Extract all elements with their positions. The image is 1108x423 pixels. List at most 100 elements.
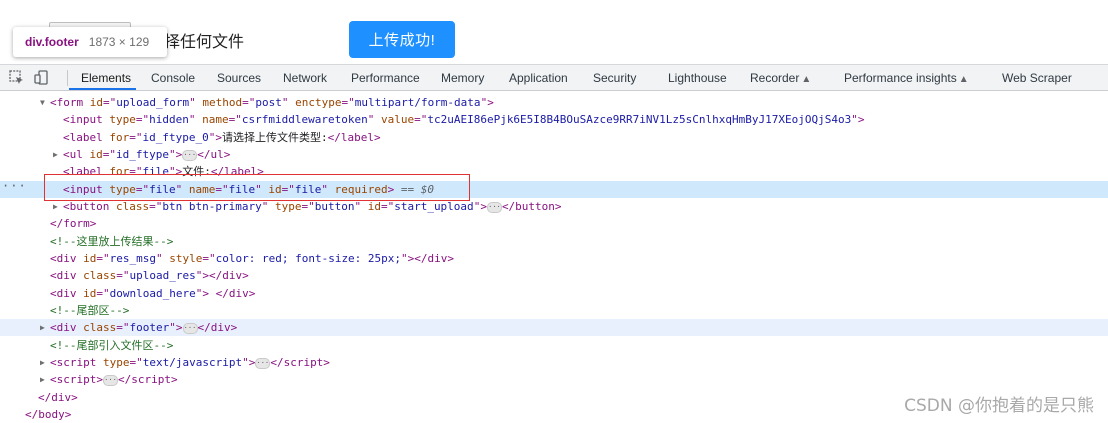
attr-value: tc2uAEI86ePjk6E5I8B4BOuSAzce9RR7iNV1Lz5s… [427, 113, 852, 126]
tab-security[interactable]: Security [593, 71, 636, 85]
tag-name: <script [50, 356, 97, 369]
attr-eq: =" [414, 113, 428, 126]
attr-eq: =" [202, 252, 216, 265]
device-toggle-icon[interactable] [33, 69, 50, 86]
tree-node[interactable]: </form> [0, 215, 1108, 232]
watermark: CSDN @你抱着的是只熊 [904, 396, 1094, 416]
tree-node[interactable]: <div class="upload_res"></div> [0, 267, 1108, 284]
tree-line-content: <!--尾部引入文件区--> [50, 337, 173, 354]
tree-node[interactable]: ▶ <ul id="id_ftype">···</ul> [0, 146, 1108, 163]
tab-application[interactable]: Application [509, 71, 568, 85]
collapsed-ellipsis-icon: ··· [102, 375, 118, 386]
attr-quote: " [168, 148, 176, 161]
tree-comment[interactable]: <!--这里放上传结果--> [0, 233, 1108, 250]
tree-node[interactable]: ▶ <script>···</script> [0, 371, 1108, 388]
closing-tag: </script> [117, 373, 178, 386]
attr-value: multipart/form-data [354, 96, 481, 109]
tree-comment[interactable]: <!--尾部引入文件区--> [0, 337, 1108, 354]
html-comment: <!--尾部区--> [50, 304, 130, 317]
attr-eq: =" [228, 113, 242, 126]
collapse-arrow-icon: ▶ [40, 323, 45, 332]
tree-comment[interactable]: <!--尾部区--> [0, 302, 1108, 319]
attr-name: value [380, 113, 415, 126]
tag-name: <div [50, 321, 77, 334]
closing-tag: </div> [208, 269, 249, 282]
attr-name: style [169, 252, 203, 265]
closing-tag: </div> [215, 287, 256, 300]
tab-performance-insights-label: Performance insights [844, 71, 957, 85]
attr-name: class [115, 200, 150, 213]
attr-quote: " [188, 113, 196, 126]
tag-name: <div [50, 269, 77, 282]
attr-name: name [202, 113, 229, 126]
tab-network[interactable]: Network [283, 71, 327, 85]
devtools-toolbar: Elements Console Sources Network Perform… [0, 64, 1108, 91]
tag-close: > [175, 148, 183, 161]
tag-name: <div [50, 287, 77, 300]
attr-name: type [109, 113, 136, 126]
tab-performance-insights[interactable]: Performance insights ▲ [844, 71, 969, 85]
attr-name: id [367, 200, 381, 213]
tag-close: > [857, 113, 865, 126]
tree-node[interactable]: ▼ <form id="upload_form" method="post" en… [0, 94, 1108, 111]
tree-space [109, 200, 116, 213]
experimental-flask-icon: ▲ [958, 74, 969, 85]
closing-tag: </div> [38, 391, 78, 404]
tab-console[interactable]: Console [151, 71, 195, 85]
attr-eq: =" [149, 200, 163, 213]
tree-node-hovered[interactable]: ▶ <div class="footer">···</div> [0, 319, 1108, 336]
attr-value: start_upload [394, 200, 474, 213]
tag-close: > [215, 131, 222, 144]
attr-name: id [83, 287, 97, 300]
collapsed-ellipsis-icon: ··· [486, 202, 502, 213]
attr-quote: " [169, 321, 176, 334]
collapsed-ellipsis-icon: ··· [182, 150, 198, 161]
tree-line-content: <form id="upload_form" method="post" enc… [50, 94, 494, 111]
tag-close: > [175, 321, 183, 334]
tab-performance[interactable]: Performance [351, 71, 420, 85]
attr-quote: " [189, 96, 196, 109]
upload-success-button[interactable]: 上传成功! [349, 21, 455, 58]
tree-node[interactable]: <input type="hidden" name="csrfmiddlewar… [0, 111, 1108, 128]
tag-name: <button [63, 200, 110, 213]
toolbar-separator [67, 70, 68, 86]
tab-elements[interactable]: Elements [81, 71, 131, 85]
tree-line-content: <div id="download_here"> </div> [50, 285, 255, 302]
tree-space [209, 287, 216, 300]
attr-value: post [255, 96, 282, 109]
attr-value: upload_form [116, 96, 190, 109]
tag-close: > [96, 373, 103, 386]
tab-recorder-label: Recorder [750, 71, 800, 85]
tab-lighthouse[interactable]: Lighthouse [668, 71, 727, 85]
inspect-element-icon[interactable] [8, 69, 25, 86]
attr-name: id [83, 252, 97, 265]
attr-value: footer [129, 321, 170, 334]
tab-web-scraper[interactable]: Web Scraper [1002, 71, 1072, 85]
tag-close: > [487, 96, 494, 109]
tooltip-dims: 1873 × 129 [88, 35, 150, 49]
tree-node[interactable]: <div id="res_msg" style="color: red; fon… [0, 250, 1108, 267]
attr-value: hidden [149, 113, 189, 126]
tree-space [83, 96, 90, 109]
attr-quote: " [401, 252, 408, 265]
tab-sources[interactable]: Sources [217, 71, 261, 85]
tag-name: <input [63, 113, 103, 126]
collapsed-ellipsis-icon: ··· [182, 323, 198, 334]
tab-memory[interactable]: Memory [441, 71, 484, 85]
tree-node[interactable]: ▶ <script type="text/javascript">···</scr… [0, 354, 1108, 371]
closing-tag: </div> [197, 321, 238, 334]
closing-tag: </ul> [197, 148, 231, 161]
attr-value: csrfmiddlewaretoken [241, 113, 368, 126]
closing-tag: </label> [327, 131, 381, 144]
tab-recorder[interactable]: Recorder ▲ [750, 71, 811, 85]
tag-close: > [202, 287, 209, 300]
tree-line-content: </form> [50, 215, 96, 232]
tree-line-content: <!--尾部区--> [50, 302, 129, 319]
attr-eq: =" [380, 200, 395, 213]
tree-space [268, 200, 275, 213]
tree-node[interactable]: <label for="id_ftype_0">请选择上传文件类型:</labe… [0, 129, 1108, 146]
tree-node[interactable]: <div id="download_here"> </div> [0, 285, 1108, 302]
closing-tag: </body> [25, 408, 72, 421]
element-tooltip: div.footer 1873 × 129 [13, 27, 167, 57]
attr-quote: " [242, 356, 249, 369]
